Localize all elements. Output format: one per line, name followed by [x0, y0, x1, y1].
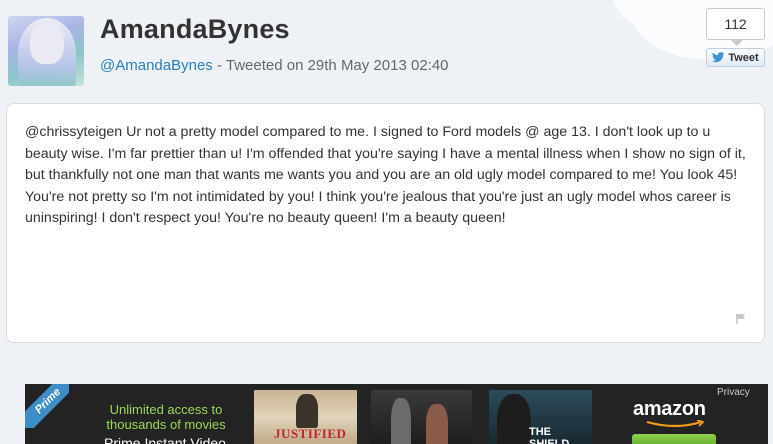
movie-poster-justified[interactable]: JUSTIFIED [254, 390, 357, 444]
privacy-link[interactable]: Privacy [717, 387, 750, 398]
movie-poster-drama[interactable] [371, 390, 472, 444]
tweet-button[interactable]: Tweet [706, 48, 765, 67]
ad-headline: Unlimited access to thousands of movies [106, 402, 226, 432]
tweet-timestamp: - Tweeted on 29th May 2013 02:40 [212, 57, 449, 74]
poster-title: THE SHIELD [529, 426, 570, 444]
user-name[interactable]: AmandaBynes [100, 14, 290, 45]
movie-poster-the-shield[interactable]: THE SHIELD [489, 390, 592, 444]
share-count: 112 [706, 8, 765, 46]
tweet-text: @chrissyteigen Ur not a pretty model com… [25, 124, 746, 227]
poster-title: JUSTIFIED [274, 426, 347, 441]
poster-figure [391, 398, 411, 444]
poster-figure [426, 404, 448, 444]
amazon-logo: amazon [633, 398, 706, 420]
tweet-button-label: Tweet [728, 51, 759, 64]
prime-ribbon-label: Prime [25, 384, 69, 428]
flag-icon[interactable] [736, 314, 746, 324]
twitter-bird-icon [712, 52, 725, 63]
poster-figure [497, 394, 531, 444]
user-handle-link[interactable]: @AmandaBynes [100, 57, 213, 74]
prime-badge: Prime [25, 384, 69, 428]
amazon-ad-banner[interactable]: Prime Unlimited access to thousands of m… [25, 384, 768, 444]
avatar-face [30, 22, 64, 64]
amazon-smile-icon [646, 420, 705, 428]
tweet-meta: @AmandaBynes - Tweeted on 29th May 2013 … [100, 57, 449, 74]
signup-button[interactable] [632, 434, 716, 444]
ad-subheadline: Prime Instant Video [104, 435, 226, 444]
avatar[interactable] [8, 16, 84, 86]
poster-figure [296, 394, 318, 428]
tweet-card: @chrissyteigen Ur not a pretty model com… [6, 103, 765, 343]
